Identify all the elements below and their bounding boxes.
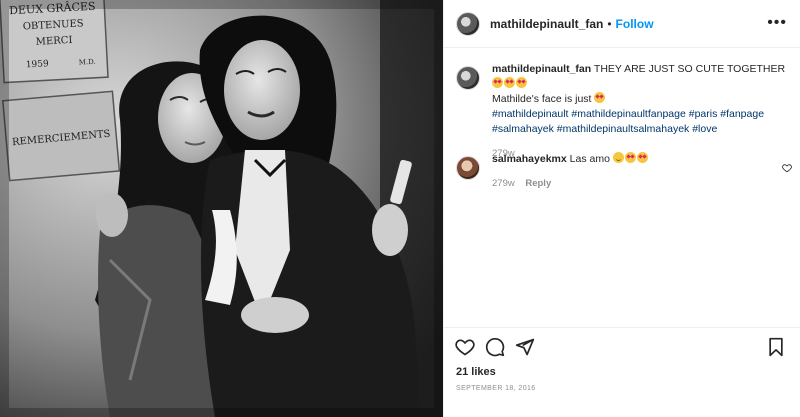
caption: mathildepinault_fan THEY ARE JUST SO CUT… [456, 62, 796, 161]
caption-avatar[interactable] [456, 66, 480, 90]
post-side-panel: mathildepinault_fan • Follow ••• mathild… [443, 0, 800, 417]
comment-item: salmahayekmx Las amo 279w Reply [456, 152, 796, 191]
svg-text:M.D.: M.D. [79, 58, 96, 67]
like-heart-icon[interactable] [454, 336, 476, 358]
smile-emoji [612, 152, 624, 163]
author-avatar[interactable] [456, 11, 480, 36]
share-paper-plane-icon[interactable] [514, 336, 536, 358]
bookmark-icon[interactable] [765, 336, 787, 358]
comment-username[interactable]: salmahayekmx [492, 153, 567, 165]
action-bar [444, 327, 800, 365]
post-date[interactable]: September 18, 2016 [456, 385, 536, 392]
comment-bubble-icon[interactable] [484, 336, 506, 358]
caption-text-2: Mathilde's face is just [492, 93, 592, 105]
comment-text: Las amo [569, 153, 610, 165]
heart-eyes-emoji [636, 152, 648, 163]
heart-eyes-emoji [504, 77, 515, 88]
plaque-bottom: REMERCIEMENTS [1, 90, 121, 182]
photo-illustration: DEUX GRÂCES OBTENUES MERCI 1959 M.D. REM… [0, 0, 443, 417]
comment-meta: 279w Reply [492, 176, 796, 191]
post-header: mathildepinault_fan • Follow ••• [444, 0, 800, 48]
separator-dot: • [607, 16, 612, 31]
caption-hashtags-1[interactable]: #mathildepinault #mathildepinaultfanpage… [492, 108, 764, 120]
follow-button[interactable]: Follow [616, 17, 654, 31]
post-photo[interactable]: DEUX GRÂCES OBTENUES MERCI 1959 M.D. REM… [0, 0, 443, 417]
caption-text-1: THEY ARE JUST SO CUTE TOGETHER [593, 63, 786, 75]
comments-list[interactable]: mathildepinault_fan THEY ARE JUST SO CUT… [444, 56, 800, 326]
caption-username[interactable]: mathildepinault_fan [492, 63, 591, 75]
commenter-avatar[interactable] [456, 156, 480, 180]
caption-hashtags-2[interactable]: #salmahayek #mathildepinaultsalmahayek #… [492, 123, 717, 135]
svg-text:1959: 1959 [26, 59, 50, 70]
comment-like-heart-icon[interactable] [782, 160, 792, 178]
more-icon[interactable]: ••• [767, 14, 787, 32]
reply-button[interactable]: Reply [525, 178, 551, 189]
heart-eyes-emoji [516, 77, 527, 88]
likes-count[interactable]: 21 likes [456, 366, 496, 378]
author-username[interactable]: mathildepinault_fan [490, 17, 603, 31]
heart-eyes-emoji [624, 152, 636, 163]
heart-eyes-emoji [492, 77, 503, 88]
plaque-top: DEUX GRÂCES OBTENUES MERCI 1959 M.D. [0, 0, 109, 84]
comment-time[interactable]: 279w [492, 178, 515, 189]
svg-text:MERCI: MERCI [35, 35, 72, 48]
heart-eyes-emoji [594, 92, 606, 103]
